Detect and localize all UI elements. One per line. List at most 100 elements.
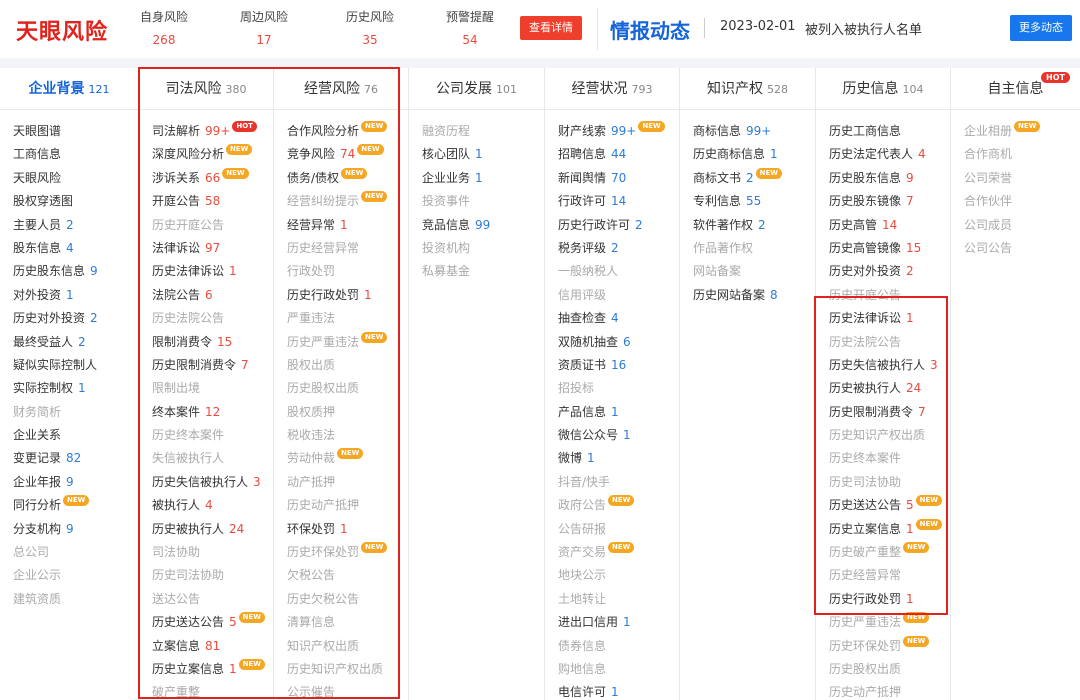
list-item[interactable]: 招投标 [545,377,679,400]
list-item[interactable]: 资产交易 NEW [545,541,679,564]
list-item[interactable]: 双随机抽查 6 [545,331,679,354]
list-item[interactable]: 历史司法协助 [139,564,273,587]
list-item[interactable]: 变更记录 82 [0,447,138,470]
list-item[interactable]: 企业相册 NEW [951,120,1080,143]
list-item[interactable]: 商标文书 2 NEW [680,167,815,190]
list-item[interactable]: 开庭公告 58 [139,190,273,213]
list-item[interactable]: 历史工商信息 [816,120,950,143]
list-item[interactable]: 企业公示 [0,564,138,587]
list-item[interactable]: 历史司法协助 [816,471,950,494]
list-item[interactable]: 知识产权出质 [274,635,408,658]
list-item[interactable]: 历史行政处罚 1 [274,284,408,307]
list-item[interactable]: 债券信息 [545,635,679,658]
list-item[interactable]: 法律诉讼 97 [139,237,273,260]
list-item[interactable]: 股权出质 [274,354,408,377]
list-item[interactable]: 历史经营异常 [274,237,408,260]
list-item[interactable]: 历史股东信息 9 [816,167,950,190]
list-item[interactable]: 招聘信息 44 [545,143,679,166]
list-item[interactable]: 合作商机 [951,143,1080,166]
list-item[interactable]: 历史严重违法 NEW [816,611,950,634]
list-item[interactable]: 股东信息 4 [0,237,138,260]
list-item[interactable]: 送达公告 [139,588,273,611]
list-item[interactable]: 历史开庭公告 [816,284,950,307]
list-item[interactable]: 历史立案信息 1 NEW [816,518,950,541]
list-item[interactable]: 企业年报 9 [0,471,138,494]
list-item[interactable]: 总公司 [0,541,138,564]
list-item[interactable]: 历史知识产权出质 [274,658,408,681]
list-item[interactable]: 行政许可 14 [545,190,679,213]
list-item[interactable]: 历史股东镜像 7 [816,190,950,213]
list-item[interactable]: 历史开庭公告 [139,214,273,237]
list-item[interactable]: 历史环保处罚 NEW [816,635,950,658]
column-header[interactable]: 司法风险 380 [139,68,273,110]
list-item[interactable]: 公司成员 [951,214,1080,237]
list-item[interactable]: 历史严重违法 NEW [274,331,408,354]
list-item[interactable]: 历史对外投资 2 [816,260,950,283]
list-item[interactable]: 司法协助 [139,541,273,564]
list-item[interactable]: 地块公示 [545,564,679,587]
list-item[interactable]: 历史送达公告 5 NEW [139,611,273,634]
stat-history-risk[interactable]: 历史风险 35 [324,8,416,47]
list-item[interactable]: 建筑资质 [0,588,138,611]
list-item[interactable]: 竞争风险 74 NEW [274,143,408,166]
list-item[interactable]: 税务评级 2 [545,237,679,260]
list-item[interactable]: 终本案件 12 [139,401,273,424]
list-item[interactable]: 历史对外投资 2 [0,307,138,330]
list-item[interactable]: 主要人员 2 [0,214,138,237]
list-item[interactable]: 历史欠税公告 [274,588,408,611]
list-item[interactable]: 历史网站备案 8 [680,284,815,307]
list-item[interactable]: 微博 1 [545,447,679,470]
list-item[interactable]: 实际控制权 1 [0,377,138,400]
list-item[interactable]: 核心团队 1 [409,143,544,166]
list-item[interactable]: 历史法律诉讼 1 [139,260,273,283]
list-item[interactable]: 资质证书 16 [545,354,679,377]
column-header[interactable]: 经营状况 793 [545,68,679,110]
intel-text[interactable]: 被列入被执行人名单 [805,19,922,38]
list-item[interactable]: 历史行政许可 2 [545,214,679,237]
list-item[interactable]: 债务/债权 NEW [274,167,408,190]
stat-surrounding-risk[interactable]: 周边风险 17 [218,8,310,47]
list-item[interactable]: 历史终本案件 [139,424,273,447]
list-item[interactable]: 抽查检查 4 [545,307,679,330]
list-item[interactable]: 限制消费令 15 [139,331,273,354]
list-item[interactable]: 天眼风险 [0,167,138,190]
list-item[interactable]: 历史法定代表人 4 [816,143,950,166]
list-item[interactable]: 历史法院公告 [816,331,950,354]
list-item[interactable]: 商标信息 99+ [680,120,815,143]
list-item[interactable]: 投资机构 [409,237,544,260]
list-item[interactable]: 信用评级 [545,284,679,307]
list-item[interactable]: 历史股权出质 [816,658,950,681]
stat-warning[interactable]: 预警提醒 54 [424,8,516,47]
list-item[interactable]: 专利信息 55 [680,190,815,213]
list-item[interactable]: 竞品信息 99 [409,214,544,237]
list-item[interactable]: 历史动产抵押 [816,681,950,700]
list-item[interactable]: 税收违法 [274,424,408,447]
list-item[interactable]: 历史被执行人 24 [816,377,950,400]
column-header[interactable]: 知识产权 528 [680,68,815,110]
list-item[interactable]: 被执行人 4 [139,494,273,517]
list-item[interactable]: 网站备案 [680,260,815,283]
list-item[interactable]: 历史送达公告 5 NEW [816,494,950,517]
list-item[interactable]: 最终受益人 2 [0,331,138,354]
list-item[interactable]: 深度风险分析 NEW [139,143,273,166]
list-item[interactable]: 新闻舆情 70 [545,167,679,190]
list-item[interactable]: 企业业务 1 [409,167,544,190]
list-item[interactable]: 历史高管镜像 15 [816,237,950,260]
list-item[interactable]: 历史股权出质 [274,377,408,400]
list-item[interactable]: 历史限制消费令 7 [816,401,950,424]
list-item[interactable]: 疑似实际控制人 [0,354,138,377]
list-item[interactable]: 历史动产抵押 [274,494,408,517]
column-header[interactable]: 公司发展 101 [409,68,544,110]
list-item[interactable]: 投资事件 [409,190,544,213]
list-item[interactable]: 工商信息 [0,143,138,166]
list-item[interactable]: 涉诉关系 66 NEW [139,167,273,190]
list-item[interactable]: 合作伙伴 [951,190,1080,213]
view-details-button[interactable]: 查看详情 [520,16,582,40]
list-item[interactable]: 历史终本案件 [816,447,950,470]
list-item[interactable]: 历史失信被执行人 3 [139,471,273,494]
list-item[interactable]: 股权质押 [274,401,408,424]
list-item[interactable]: 法院公告 6 [139,284,273,307]
list-item[interactable]: 股权穿透图 [0,190,138,213]
list-item[interactable]: 分支机构 9 [0,518,138,541]
list-item[interactable]: 限制出境 [139,377,273,400]
